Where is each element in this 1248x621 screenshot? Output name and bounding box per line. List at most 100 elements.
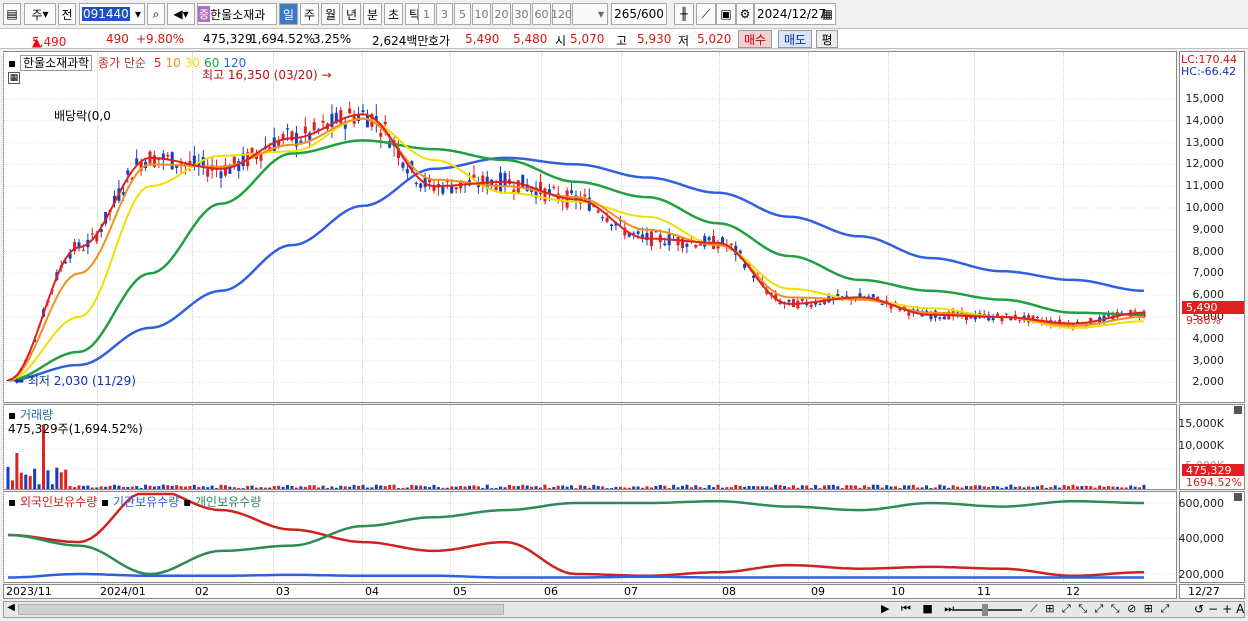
volume-bar	[916, 487, 920, 489]
volume-bar	[716, 484, 720, 489]
volume-bar	[965, 485, 968, 489]
holding-panel[interactable]: ▪ 외국인보유수량 ▪ 기관보유수량 ▪ 개인보유수량	[3, 491, 1177, 583]
period-button[interactable]: 일	[279, 3, 298, 25]
volume-bar	[734, 484, 738, 489]
dividend-note: 배당락(0,0	[54, 109, 111, 123]
volume-bar	[894, 486, 897, 489]
volume-bar	[90, 487, 94, 489]
candle-body	[81, 249, 85, 251]
price-tick: 4,000	[1192, 331, 1225, 345]
volume-bar	[423, 486, 427, 489]
volume-bar	[77, 485, 81, 489]
volume-bar	[1093, 487, 1097, 489]
volume-bar	[330, 486, 334, 489]
candle-body	[299, 140, 303, 143]
volume-bar	[676, 487, 680, 489]
minute-select[interactable]: ▾	[572, 3, 608, 25]
volume-bar	[694, 485, 698, 489]
price-tick: 8,000	[1192, 244, 1225, 258]
volume-bar	[1138, 487, 1142, 489]
period-button[interactable]: 월	[321, 3, 340, 25]
scroll-thumb[interactable]	[18, 604, 504, 615]
volume-bar	[494, 488, 498, 489]
market-type-select[interactable]: 주 ▾	[24, 3, 56, 25]
volume-panel[interactable]: ▪ 거래량 475,329주(1,694.52%)	[3, 404, 1177, 490]
holding-legend: ▪ 외국인보유수량 ▪ 기관보유수량 ▪ 개인보유수량	[8, 495, 262, 509]
volume-bar	[663, 485, 667, 489]
trade-amount: 2,624백만	[372, 34, 429, 48]
playback-controls[interactable]: ▶ ⏮ ■ ⏭	[881, 602, 958, 617]
line-tool-icon[interactable]: ⟋	[696, 3, 716, 25]
volume-bar	[840, 488, 844, 489]
x-axis-label: 11	[977, 585, 991, 598]
volume-bar	[1040, 485, 1044, 489]
volume-bar	[698, 487, 702, 489]
minimize-icon[interactable]	[1234, 493, 1242, 501]
candle-body	[707, 237, 711, 241]
volume-bar	[6, 466, 10, 489]
candle-icon[interactable]: ╫	[674, 3, 694, 25]
candle-body	[636, 231, 640, 234]
period-button[interactable]: 초	[384, 3, 403, 25]
count-field[interactable]: 265/600	[611, 3, 667, 25]
volume-bar	[570, 485, 574, 489]
minute-button[interactable]: 5	[454, 3, 471, 25]
search-icon[interactable]: ⌕	[147, 3, 165, 25]
prev-button[interactable]: 전	[58, 3, 76, 25]
candle-body	[552, 186, 556, 189]
period-button[interactable]: 분	[363, 3, 382, 25]
price-chart-panel[interactable]: ▪ 한울소재과학 종가 단순 5 10 30 60 120 ▦ 최고 16,350 (0…	[3, 51, 1177, 403]
volume-bar	[956, 486, 960, 489]
table-icon[interactable]: ▦	[8, 72, 20, 84]
volume-bar	[308, 485, 312, 489]
volume-bar	[379, 485, 383, 489]
gear-icon[interactable]: ⚙	[736, 3, 754, 25]
scroll-left-icon[interactable]: ◀	[4, 602, 18, 617]
chart-stock-title[interactable]: 한울소재과학	[19, 55, 93, 71]
scroll-bar[interactable]: ◀ ▶ ⏮ ■ ⏭ ⟋ ⊞ ⤢ ⤡ ⤢ ⤡ ⊘ ⊞ ⤢ ↺−+A	[3, 601, 1245, 618]
minute-button[interactable]: 1	[418, 3, 435, 25]
volume-bar	[898, 487, 902, 489]
zoom-controls[interactable]: ↺−+A	[1194, 602, 1248, 617]
save-icon[interactable]: ▣	[716, 3, 736, 25]
date-field[interactable]: 2024/12/27 ▦	[754, 3, 836, 25]
candle-body	[503, 173, 507, 187]
minute-button[interactable]: 120	[551, 3, 572, 25]
stock-name-field[interactable]: 증 한울소재과	[197, 3, 277, 25]
sell-button[interactable]: 매도	[778, 30, 812, 48]
volume-bar	[392, 484, 396, 489]
volume-bar	[401, 488, 405, 489]
volume-bar	[157, 486, 161, 489]
x-axis-label: 06	[544, 585, 558, 598]
eval-button[interactable]: 평	[816, 30, 838, 48]
volume-bar	[880, 487, 884, 489]
buy-button[interactable]: 매수	[738, 30, 772, 48]
speaker-icon[interactable]: ◀▾	[167, 3, 195, 25]
period-button[interactable]: 년	[342, 3, 361, 25]
zoom-slider-handle[interactable]	[982, 604, 988, 616]
minute-button[interactable]: 30	[512, 3, 531, 25]
volume-bar	[476, 486, 480, 489]
volume-bar	[73, 487, 77, 489]
volume-bar	[876, 484, 880, 489]
minute-button[interactable]: 60	[532, 3, 551, 25]
minimize-icon[interactable]	[1234, 406, 1242, 414]
stock-code-input[interactable]: 091440 ▾	[79, 3, 145, 25]
volume-bar	[525, 485, 529, 489]
minute-button[interactable]: 10	[472, 3, 491, 25]
volume-bar	[654, 485, 658, 489]
minute-button[interactable]: 3	[436, 3, 453, 25]
volume-bar	[1071, 484, 1075, 489]
calendar-icon: ▦	[821, 7, 833, 21]
volume-bar	[552, 487, 556, 489]
candle-body	[601, 217, 605, 219]
ma-period-label: 5	[153, 56, 162, 70]
minute-button[interactable]: 20	[492, 3, 511, 25]
drawing-tools[interactable]: ⟋ ⊞ ⤢ ⤡ ⤢ ⤡ ⊘ ⊞ ⤢	[1030, 602, 1171, 617]
x-axis-label: 05	[453, 585, 467, 598]
layout-icon[interactable]: ▤	[3, 3, 21, 25]
volume-bar	[246, 485, 250, 489]
volume-bar	[321, 485, 325, 489]
period-button[interactable]: 주	[300, 3, 319, 25]
volume-bar	[969, 486, 973, 489]
